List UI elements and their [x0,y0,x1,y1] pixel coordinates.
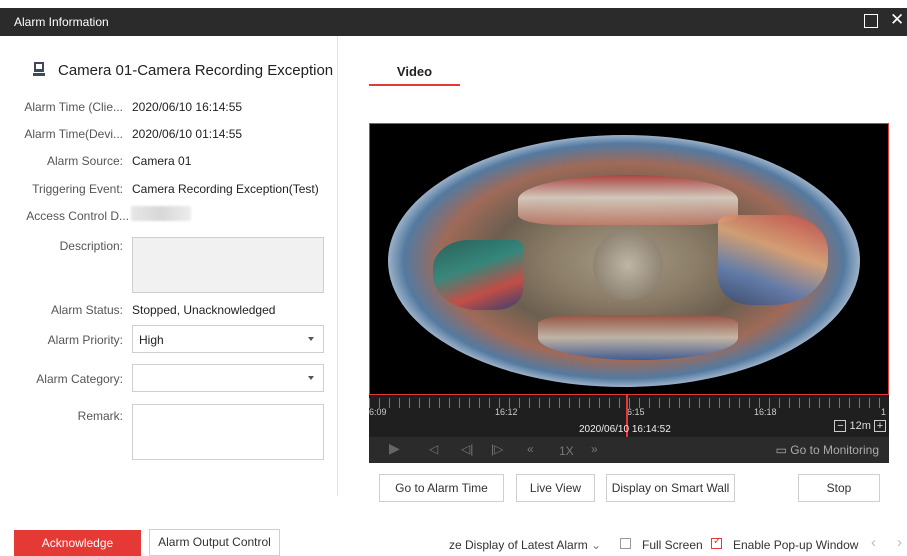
chevron-right-icon[interactable]: › [897,534,902,551]
alarm-category-label: Alarm Category: [36,372,123,386]
alarm-category-select[interactable] [132,364,324,392]
remark-label: Remark: [77,409,123,423]
alarm-source-label: Alarm Source: [46,154,123,168]
access-control-value-redacted [131,206,191,221]
description-label: Description: [59,239,123,253]
description-field [132,237,324,293]
full-screen-label: Full Screen [642,538,703,552]
stop-button[interactable]: Stop [798,474,880,502]
alarm-title: Camera 01-Camera Recording Exception [58,62,334,79]
slow-down-icon[interactable]: « [527,442,534,456]
alarm-time-device-value: 2020/06/10 01:14:55 [132,127,243,141]
timeline-tick-label: 6:09 [369,407,387,417]
zoom-level: 12m [849,420,871,432]
chevron-down-icon [308,337,314,341]
full-screen-checkbox[interactable] [620,538,631,549]
go-to-alarm-time-button[interactable]: Go to Alarm Time [379,474,504,502]
display-latest-alarm-dropdown[interactable]: ze Display of Latest Alarm ⌄ [449,538,601,552]
alarm-time-client-value: 2020/06/10 16:14:55 [132,100,243,114]
playback-timeline[interactable]: 6:09 16:12 6:15 16:18 1 2020/06/10 16:14… [369,395,889,437]
access-control-label: Access Control D... [26,209,129,223]
alarm-time-device-label: Alarm Time(Devi... [24,127,123,141]
timeline-zoom: − 12m + [834,420,886,433]
zoom-in-button[interactable]: + [874,420,886,433]
monitor-icon: ▭ [775,443,787,457]
close-button[interactable]: ✕ [890,11,904,29]
bottom-bar: Acknowledge Alarm Output Control ze Disp… [0,526,907,556]
go-to-monitoring-button[interactable]: ▭ Go to Monitoring [776,443,879,457]
step-back-icon[interactable]: ◁| [461,442,473,456]
chevron-left-icon[interactable]: ‹ [871,534,876,551]
timeline-tick-label: 6:15 [627,407,645,417]
fisheye-video-frame [388,135,860,387]
maximize-button[interactable] [864,14,878,28]
alarm-time-client-label: Alarm Time (Clie... [24,100,123,114]
go-to-monitoring-label: Go to Monitoring [790,443,879,457]
remark-input[interactable] [132,404,324,460]
timeline-tick-label: 16:18 [754,407,777,417]
title-bar: Alarm Information ✕ [0,8,907,36]
play-icon[interactable]: ▶ [389,440,400,457]
alarm-priority-label: Alarm Priority: [47,333,123,347]
playback-speed: 1X [559,444,574,458]
camera-icon [33,62,45,76]
playback-timestamp: 2020/06/10 16:14:52 [579,424,671,435]
display-on-smart-wall-button[interactable]: Display on Smart Wall [606,474,735,502]
video-player[interactable] [369,123,889,395]
enable-popup-checkbox[interactable] [711,536,722,549]
alarm-source-value: Camera 01 [132,154,192,168]
timeline-tick-label: 1 [881,407,887,417]
alarm-details-panel: Camera 01-Camera Recording Exception Ala… [0,36,338,496]
alarm-priority-select[interactable]: High [132,325,324,353]
triggering-event-value: Camera Recording Exception(Test) [132,182,319,196]
alarm-output-control-button[interactable]: Alarm Output Control [149,529,280,556]
enable-popup-label: Enable Pop-up Window [733,538,859,552]
live-view-button[interactable]: Live View [516,474,595,502]
acknowledge-button[interactable]: Acknowledge [14,530,141,556]
speed-up-icon[interactable]: » [591,442,598,456]
alarm-status-label: Alarm Status: [50,303,123,317]
timeline-tick-label: 16:12 [495,407,518,417]
alarm-status-value: Stopped, Unacknowledged [132,303,276,317]
playback-controls: ▶ ◁ ◁| |▷ « 1X » ▭ Go to Monitoring [369,437,889,463]
triggering-event-label: Triggering Event: [32,182,123,196]
step-forward-icon[interactable]: |▷ [491,442,503,456]
chevron-down-icon: ⌄ [591,538,602,552]
previous-icon[interactable]: ◁ [429,442,438,456]
zoom-out-button[interactable]: − [834,420,847,433]
chevron-down-icon [308,376,314,380]
tab-video[interactable]: Video [369,56,460,86]
window-title: Alarm Information [14,15,109,29]
alarm-priority-selected: High [139,333,164,347]
display-latest-alarm-label: ze Display of Latest Alarm [449,538,588,552]
